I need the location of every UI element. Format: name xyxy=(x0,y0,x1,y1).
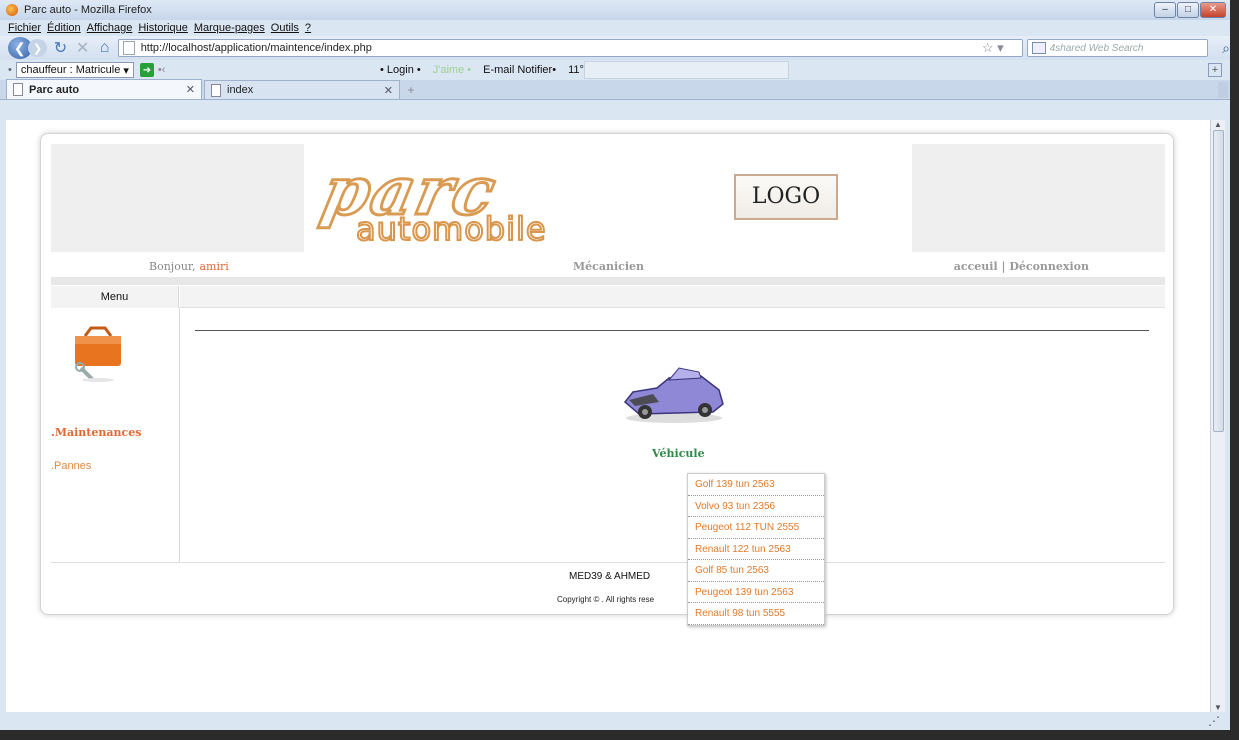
select-value: Matricule xyxy=(75,64,121,76)
extension-toolbar: • chauffeur : Matricule ▾ ➜ •‹ • Login •… xyxy=(0,60,1230,80)
add-icon[interactable]: + xyxy=(1208,63,1222,77)
link-separator: | xyxy=(1001,260,1006,273)
login-menu[interactable]: • Login • xyxy=(380,64,421,76)
logo-placeholder: LOGO xyxy=(734,174,838,220)
greeting-row: Bonjour, amiri Mécanicien acceuil | Décon… xyxy=(51,254,1165,276)
back-arrow-icon: ❮ xyxy=(13,39,26,56)
greeting-text: Bonjour, xyxy=(149,260,196,273)
login-label: Login xyxy=(386,64,414,76)
bookmark-star-icon[interactable]: ☆ ▾ xyxy=(982,40,1004,56)
menu-fichier[interactable]: Fichier xyxy=(8,22,41,34)
vehicle-option[interactable]: Peugeot 112 TUN 2555 xyxy=(688,517,824,539)
vehicle-option[interactable]: Renault 122 tun 2563 xyxy=(688,539,824,560)
close-tab-icon[interactable]: ✕ xyxy=(384,84,393,97)
url-bar[interactable]: http://localhost/application/maintence/i… xyxy=(117,39,1023,57)
divider-bar xyxy=(51,277,1165,285)
menu-help[interactable]: ? xyxy=(305,22,311,34)
chauffeur-label: chauffeur : xyxy=(20,64,73,76)
page-header: parc automobile LOGO xyxy=(51,144,1165,252)
new-tab-button[interactable]: + xyxy=(402,81,420,99)
user-role: Mécanicien xyxy=(573,260,645,273)
top-links: acceuil | Déconnexion xyxy=(954,260,1089,273)
toolbox-icon xyxy=(75,326,121,382)
vehicle-label: Véhicule xyxy=(652,447,705,460)
brand-logo-subtext: automobile xyxy=(355,209,547,249)
content-header xyxy=(180,286,1165,308)
search-icon[interactable]: ⌕ xyxy=(1222,40,1230,57)
go-icon[interactable]: ➜ xyxy=(139,63,154,77)
tab-label: Parc auto xyxy=(29,83,80,96)
url-text: http://localhost/application/maintence/i… xyxy=(140,42,372,54)
navigation-bar: ❮ ❯ ↻ ✕ ⌂ http://localhost/application/m… xyxy=(0,36,1230,60)
page-container: parc automobile LOGO Bonjour, amiri Mécan… xyxy=(40,133,1174,626)
menu-historique[interactable]: Historique xyxy=(138,22,188,34)
forward-button[interactable]: ❯ xyxy=(27,39,48,57)
menu-marque-pages[interactable]: Marque-pages xyxy=(194,22,265,34)
menu-edition[interactable]: Édition xyxy=(47,22,81,34)
toolbar-strip xyxy=(584,61,789,79)
scrollbar-thumb[interactable] xyxy=(1213,130,1224,432)
browser-window: Parc auto - Mozilla Firefox – □ ✕ Fichie… xyxy=(0,0,1230,730)
email-label: E-mail Notifier xyxy=(483,64,553,76)
forward-arrow-icon: ❯ xyxy=(32,42,43,55)
tab-label: index xyxy=(227,84,254,96)
scroll-down-icon[interactable]: ▼ xyxy=(1214,703,1222,712)
page-viewport: parc automobile LOGO Bonjour, amiri Mécan… xyxy=(6,120,1210,722)
vehicle-option[interactable]: Golf 85 tun 2563 xyxy=(688,560,824,582)
vertical-scrollbar[interactable]: ▲ ▼ xyxy=(1210,120,1225,712)
vehicle-option[interactable]: Golf 139 tun 2563 xyxy=(688,474,824,496)
username: amiri xyxy=(199,260,229,273)
logout-link[interactable]: Déconnexion xyxy=(1009,260,1089,273)
tab-index[interactable]: index ✕ xyxy=(204,80,400,99)
reload-icon[interactable]: ↻ xyxy=(51,38,69,58)
sidebar-item-maintenances[interactable]: .Maintenances xyxy=(51,426,141,439)
footer-divider xyxy=(51,562,1165,563)
close-tab-icon[interactable]: ✕ xyxy=(186,83,195,96)
firefox-icon xyxy=(6,4,18,16)
minimize-button[interactable]: – xyxy=(1154,2,1176,18)
search-engine-icon[interactable] xyxy=(1031,42,1046,54)
resize-grip-icon[interactable]: ⋰ xyxy=(1208,714,1220,728)
vehicle-option[interactable]: Volvo 93 tun 2356 xyxy=(688,496,824,517)
vehicle-option[interactable]: Renault 98 tun 5555 xyxy=(688,603,824,625)
email-notifier[interactable]: E-mail Notifier• xyxy=(483,64,556,76)
stop-icon[interactable]: ✕ xyxy=(74,38,92,58)
tab-scroll-button[interactable] xyxy=(1218,82,1228,98)
footer-names: MED39 & AHMED xyxy=(569,571,651,582)
greeting: Bonjour, amiri xyxy=(149,260,229,273)
matricule-select[interactable]: chauffeur : Matricule ▾ xyxy=(15,62,134,78)
status-bar: ⋰ xyxy=(6,712,1226,730)
menu-title: Menu xyxy=(51,286,179,308)
separator-icon: •‹ xyxy=(157,64,166,76)
vehicle-dropdown[interactable]: Golf 139 tun 2563 Volvo 93 tun 2356 Peug… xyxy=(687,473,825,626)
menu-affichage[interactable]: Affichage xyxy=(87,22,133,34)
search-placeholder: 4shared Web Search xyxy=(1049,42,1144,54)
extension-icon[interactable]: J'aime • xyxy=(433,64,471,76)
page-icon xyxy=(122,41,135,55)
home-icon[interactable]: ⌂ xyxy=(96,38,114,58)
home-link[interactable]: acceuil xyxy=(954,260,998,273)
close-button[interactable]: ✕ xyxy=(1200,2,1226,18)
footer-copyright: Copyright © . All rights rese xyxy=(557,595,655,604)
page-icon xyxy=(13,83,23,96)
sidebar: .Maintenances .Pannes xyxy=(51,308,180,562)
vehicle-option[interactable]: Peugeot 139 tun 2563 xyxy=(688,582,824,603)
horizontal-rule xyxy=(195,330,1149,331)
sidebar-item-pannes[interactable]: .Pannes xyxy=(51,460,91,472)
tab-bar: Parc auto ✕ index ✕ + xyxy=(0,79,1230,100)
broken-car-icon xyxy=(623,367,724,423)
bullet-icon: • xyxy=(8,64,12,76)
scroll-up-icon[interactable]: ▲ xyxy=(1214,120,1222,129)
menu-bar: Fichier Édition Affichage Historique Mar… xyxy=(0,20,1230,36)
banner: parc automobile LOGO xyxy=(304,144,912,252)
search-input[interactable]: 4shared Web Search xyxy=(1026,39,1209,57)
window-title: Parc auto - Mozilla Firefox xyxy=(24,4,152,16)
tab-parc-auto[interactable]: Parc auto ✕ xyxy=(6,79,202,99)
title-bar: Parc auto - Mozilla Firefox – □ ✕ xyxy=(0,0,1230,20)
page-icon xyxy=(211,83,221,97)
maximize-button[interactable]: □ xyxy=(1177,2,1199,18)
menu-outils[interactable]: Outils xyxy=(271,22,299,34)
